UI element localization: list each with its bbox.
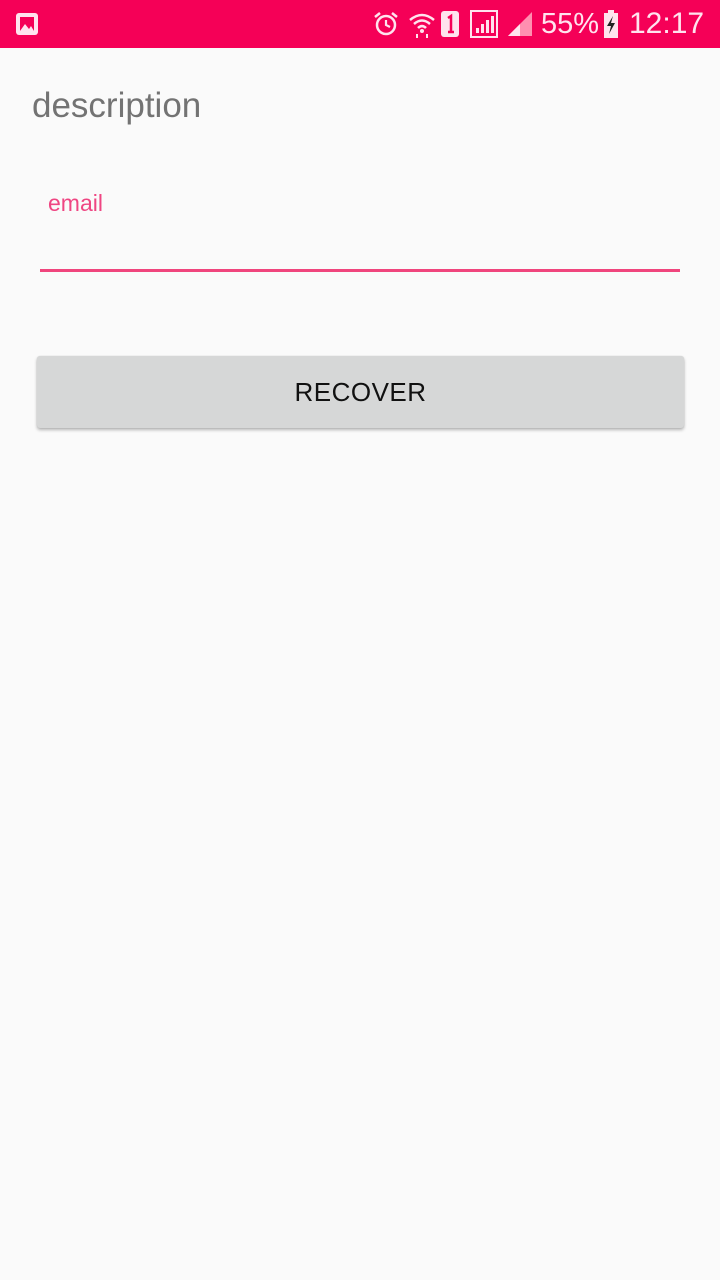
alarm-icon [372,10,400,38]
sim-1-icon [440,10,460,38]
email-field[interactable] [40,222,680,272]
signal-icon [506,10,534,38]
gallery-notification-icon [14,11,40,37]
recover-button[interactable]: RECOVER [37,356,684,428]
email-field-label: email [48,190,103,216]
signal-box-icon [470,10,498,38]
wifi-icon [408,10,436,38]
battery-charging-icon [603,10,619,38]
clock: 12:17 [629,7,705,40]
page-description: description [32,86,202,125]
battery-percent: 55% [541,8,600,40]
status-bar: 55% 12:17 [0,0,720,48]
